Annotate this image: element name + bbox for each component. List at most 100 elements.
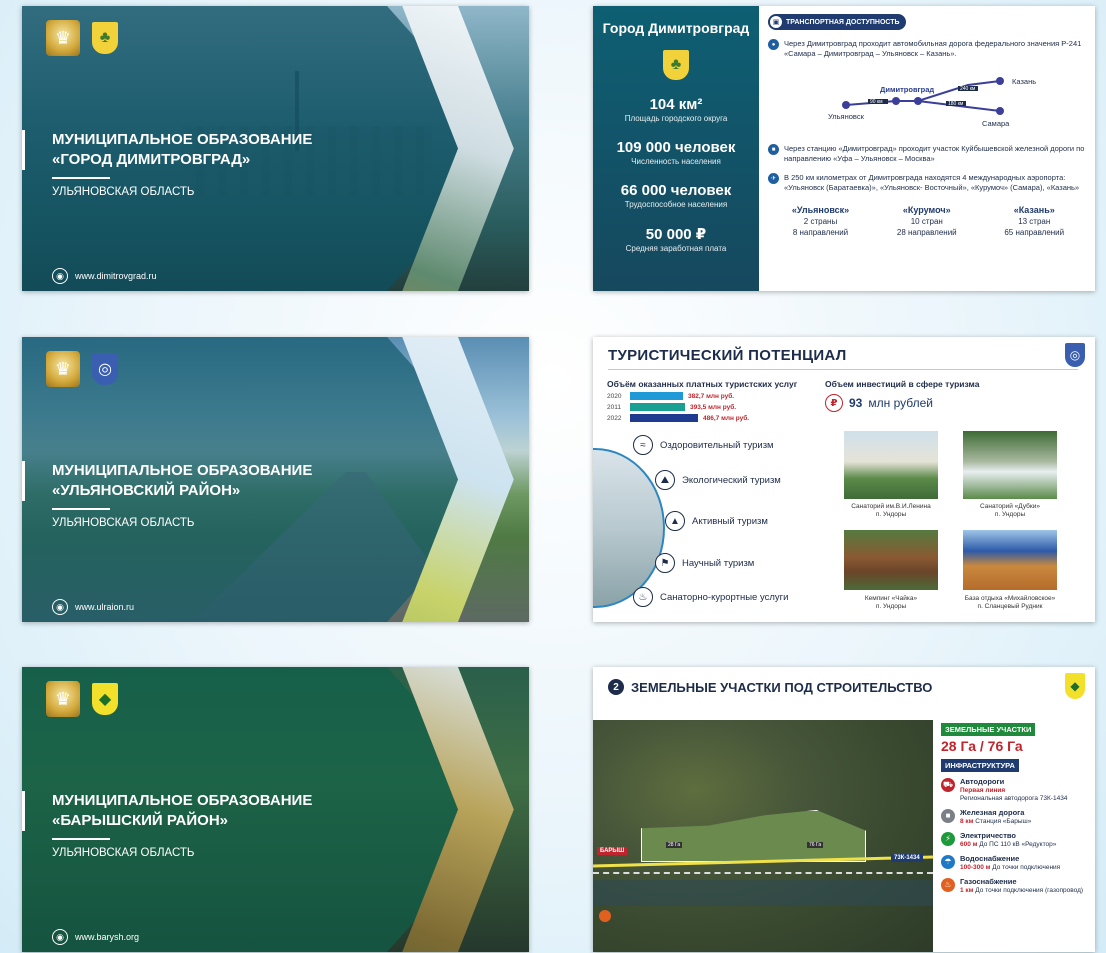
stat-area: 104 км² Площадь городского округа bbox=[624, 96, 728, 123]
map-label-kazan: Казань bbox=[1012, 77, 1037, 86]
slide-dimitrovgrad-title: ♛ ♣ МУНИЦИПАЛЬНОЕ ОБРАЗОВАНИЕ «ГОРОД ДИМ… bbox=[22, 6, 529, 291]
tourism-item: ▲ Активный туризм bbox=[665, 511, 768, 531]
tourism-item: ≈ Оздоровительный туризм bbox=[633, 435, 774, 455]
place-caption: Кемпинг «Чайка» п. Ундоры bbox=[864, 595, 918, 610]
explore-icon: ⚑ bbox=[655, 553, 675, 573]
railway-line bbox=[593, 872, 933, 874]
land-area: 28 Га / 76 Га bbox=[941, 738, 1023, 754]
globe-icon: ◉ bbox=[52, 599, 68, 615]
slide-land-plots: 2 ЗЕМЕЛЬНЫЕ УЧАСТКИ ПОД СТРОИТЕЛЬСТВО ◆ … bbox=[593, 667, 1095, 952]
investment-block: Объем инвестиций в сфере туризма ₽93 млн … bbox=[825, 379, 980, 412]
city-shield-icon: ♣ bbox=[92, 22, 118, 54]
emblems: ♛ ◎ bbox=[46, 351, 118, 387]
coat-of-arms-icon: ♛ bbox=[46, 351, 80, 387]
slide-title: МУНИЦИПАЛЬНОЕ ОБРАЗОВАНИЕ «БАРЫШСКИЙ РАЙ… bbox=[52, 792, 313, 829]
gas-icon: ♨ bbox=[941, 878, 955, 892]
airport-item: «Казань» 13 стран 65 направлений bbox=[1004, 205, 1065, 237]
infra-item: ⛟ Автодороги Первая линия Региональная авто… bbox=[941, 777, 1068, 802]
city-stats-panel: Город Димитровград ♣ 104 км² Площадь горо… bbox=[593, 6, 759, 291]
slide-subtitle: УЛЬЯНОВСКАЯ ОБЛАСТЬ bbox=[52, 517, 195, 529]
map-label-dimitrovgrad: Димитровград bbox=[880, 85, 935, 94]
power-icon: ⚡ bbox=[941, 832, 955, 846]
swim-icon: ≈ bbox=[633, 435, 653, 455]
plane-icon: ✈ bbox=[768, 173, 779, 184]
infra-item: ⚡ Электричество 600 м До ПС 110 кВ «Редукт… bbox=[941, 832, 1089, 849]
road-label: 73К-1434 bbox=[891, 854, 923, 862]
place-caption: Санаторий «Дубки» п. Ундоры bbox=[980, 503, 1040, 518]
stat-salary: 50 000 ₽ Средняя заработная плата bbox=[625, 226, 727, 253]
bar-2022 bbox=[630, 414, 698, 422]
airport-item: «Курумоч» 10 стран 28 направлений bbox=[896, 205, 957, 237]
slide-ulyanovsk-district-title: ♛ ◎ МУНИЦИПАЛЬНОЕ ОБРАЗОВАНИЕ «УЛЬЯНОВСК… bbox=[22, 337, 529, 622]
airport-item: «Ульяновск» 2 страны 8 направлений bbox=[791, 205, 850, 237]
route-map: Димитровград Ульяновск Казань Самара 90 … bbox=[768, 65, 1088, 135]
bus-icon: ▣ bbox=[770, 16, 782, 28]
place-caption: Санаторий им.В.И.Ленина п. Ундоры bbox=[851, 503, 931, 518]
bar-2011 bbox=[630, 403, 685, 411]
sanatorium-lenin-photo bbox=[844, 431, 938, 499]
emblems: ♛ ♣ bbox=[46, 20, 118, 56]
gas-point-icon bbox=[599, 910, 611, 922]
emblems: ♛ ◆ bbox=[46, 681, 118, 717]
website-link[interactable]: ◉ www.dimitrovgrad.ru bbox=[52, 268, 157, 284]
website-link[interactable]: ◉ www.barysh.org bbox=[52, 929, 139, 945]
slide-subtitle: УЛЬЯНОВСКАЯ ОБЛАСТЬ bbox=[52, 847, 195, 859]
tourism-item: ⛰ Экологический туризм bbox=[655, 470, 781, 490]
spa-icon: ♨ bbox=[633, 587, 653, 607]
river-area bbox=[593, 880, 933, 906]
city-shield-icon: ♣ bbox=[663, 50, 689, 80]
bar-row: 2020 382,7 млн руб. bbox=[607, 392, 735, 400]
coat-of-arms-icon: ♛ bbox=[46, 20, 80, 56]
globe-icon: ◉ bbox=[52, 929, 68, 945]
services-chart: Объём оказанных платных туристских услуг… bbox=[607, 379, 798, 422]
slide-barysh-district-title: ♛ ◆ МУНИЦИПАЛЬНОЕ ОБРАЗОВАНИЕ «БАРЫШСКИЙ… bbox=[22, 667, 529, 952]
base-mikhaylovskoe-photo bbox=[963, 530, 1057, 590]
satellite-map: 28 Га 76 Га БАРЫШ 73К-1434 bbox=[593, 720, 933, 952]
airports-list: «Ульяновск» 2 страны 8 направлений «Курумо… bbox=[768, 205, 1088, 238]
tourism-item: ♨ Санаторно-курортные услуги bbox=[633, 587, 788, 607]
district-shield-icon: ◆ bbox=[1065, 673, 1085, 699]
land-plot bbox=[641, 810, 866, 862]
place-caption: База отдыха «Михайловское» п. Сланцевый Р… bbox=[964, 595, 1056, 610]
slide-subtitle: УЛЬЯНОВСКАЯ ОБЛАСТЬ bbox=[52, 186, 195, 198]
camping-chaika-photo bbox=[844, 530, 938, 590]
slide-number: 2 bbox=[608, 679, 624, 695]
land-header: ЗЕМЕЛЬНЫЕ УЧАСТКИ bbox=[941, 723, 1036, 736]
district-shield-icon: ◎ bbox=[1065, 343, 1085, 367]
ruble-icon: ₽ bbox=[825, 394, 843, 412]
section-badge: ▣ ТРАНСПОРТНАЯ ДОСТУПНОСТЬ bbox=[768, 14, 906, 30]
water-icon: ☂ bbox=[941, 855, 955, 869]
district-shield-icon: ◆ bbox=[92, 683, 118, 715]
slide-title: МУНИЦИПАЛЬНОЕ ОБРАЗОВАНИЕ «УЛЬЯНОВСКИЙ Р… bbox=[52, 462, 313, 499]
coat-of-arms-icon: ♛ bbox=[46, 681, 80, 717]
slide-title: МУНИЦИПАЛЬНОЕ ОБРАЗОВАНИЕ «ГОРОД ДИМИТРО… bbox=[52, 131, 313, 168]
bar-2020 bbox=[630, 392, 683, 400]
air-info: ✈ В 250 км километрах от Димитровграда на… bbox=[768, 173, 1088, 193]
infra-item: ■ Железная дорога 8 км Станция «Барыш» bbox=[941, 809, 1089, 826]
map-label-samara: Самара bbox=[982, 119, 1010, 128]
slide-transport: Город Димитровград ♣ 104 км² Площадь горо… bbox=[593, 6, 1095, 291]
infra-item: ♨ Газоснабжение 1 км До точки подключения … bbox=[941, 878, 1089, 895]
bar-row: 2022 486,7 млн руб. bbox=[607, 414, 750, 422]
slide-tourism: ТУРИСТИЧЕСКИЙ ПОТЕНЦИАЛ ◎ Объём оказанны… bbox=[593, 337, 1095, 622]
website-link[interactable]: ◉ www.ulraion.ru bbox=[52, 599, 134, 615]
mountain-icon: ▲ bbox=[665, 511, 685, 531]
rail-info: ■ Через станцию «Димитровград» проходит у… bbox=[768, 144, 1088, 164]
train-icon: ■ bbox=[941, 809, 955, 823]
train-icon: ■ bbox=[768, 144, 779, 155]
infra-header: ИНФРАСТРУКТУРА bbox=[941, 759, 1019, 772]
town-label: БАРЫШ bbox=[597, 847, 628, 855]
road-icon: ⛟ bbox=[941, 778, 955, 792]
route-lines bbox=[842, 77, 1004, 115]
hike-icon: ⛰ bbox=[655, 470, 675, 490]
tourism-item: ⚑ Научный туризм bbox=[655, 553, 754, 573]
stat-population: 109 000 человек Численность населения bbox=[616, 139, 736, 166]
city-name: Город Димитровград bbox=[602, 20, 750, 36]
map-label-ulyanovsk: Ульяновск bbox=[828, 112, 864, 121]
slide-title: ЗЕМЕЛЬНЫЕ УЧАСТКИ ПОД СТРОИТЕЛЬСТВО bbox=[631, 680, 933, 695]
car-icon: ● bbox=[768, 39, 779, 50]
road-info: ● Через Димитровград проходит автомобильн… bbox=[768, 39, 1088, 59]
stat-workforce: 66 000 человек Трудоспособное населения bbox=[620, 182, 732, 209]
globe-icon: ◉ bbox=[52, 268, 68, 284]
infrastructure-panel: ЗЕМЕЛЬНЫЕ УЧАСТКИ 28 Га / 76 Га ИНФРАСТР… bbox=[935, 720, 1095, 952]
